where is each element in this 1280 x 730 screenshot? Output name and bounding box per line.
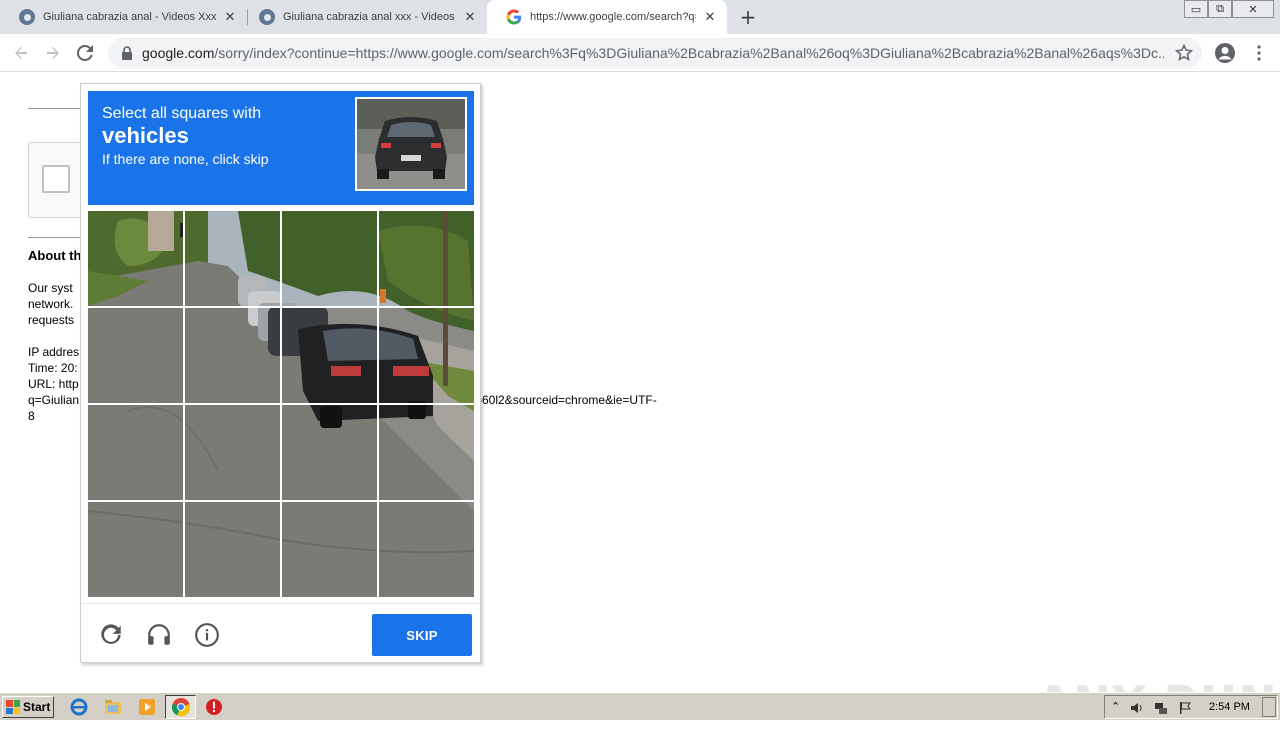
- url-tail: )60l2&sourceid=chrome&ie=UTF-: [478, 393, 657, 407]
- about-heading: About th: [28, 248, 82, 263]
- grid-tile-r2c2[interactable]: [183, 306, 282, 405]
- chrome-taskbar-button[interactable]: [165, 695, 196, 719]
- show-hidden-icons-icon[interactable]: ⌃: [1111, 700, 1120, 713]
- site-favicon-icon: [259, 9, 275, 25]
- grid-tile-r1c4[interactable]: [377, 211, 474, 308]
- challenge-image-grid: [88, 211, 474, 597]
- sample-image: [355, 97, 467, 191]
- restore-button[interactable]: ⧉: [1208, 0, 1232, 18]
- reload-icon: [77, 45, 93, 61]
- recaptcha-challenge: Select all squares with vehicles If ther…: [80, 83, 481, 663]
- grid-tile-r2c4[interactable]: [377, 306, 474, 405]
- site-favicon-icon: [19, 9, 35, 25]
- grid-tile-r3c1[interactable]: [88, 403, 185, 502]
- headphones-icon[interactable]: [146, 622, 172, 648]
- close-tab-icon[interactable]: ✕: [702, 9, 718, 25]
- arrow-right-icon: [47, 47, 59, 59]
- grid-tile-r3c3[interactable]: [280, 403, 379, 502]
- tab-1[interactable]: Giuliana cabrazia anal - Videos Xxx Por …: [0, 0, 247, 34]
- challenge-header: Select all squares with vehicles If ther…: [88, 91, 474, 205]
- recaptcha-checkbox[interactable]: [42, 165, 70, 193]
- url-line: URL: http: [28, 377, 79, 391]
- url-line-end: 8: [28, 409, 35, 423]
- system-tray: ⌃ 2:54 PM: [1104, 695, 1278, 719]
- recaptcha-anchor: [28, 142, 88, 218]
- file-explorer-icon[interactable]: [103, 697, 123, 717]
- close-window-button[interactable]: ✕: [1232, 0, 1274, 18]
- more-vert-icon: [1257, 45, 1261, 61]
- tab-title: Giuliana cabrazia anal - Videos Xxx Por: [43, 11, 216, 23]
- url-domain: google.com: [142, 45, 215, 61]
- alert-app-icon[interactable]: [204, 697, 224, 717]
- media-player-icon[interactable]: [137, 697, 157, 717]
- forward-button[interactable]: [40, 40, 66, 66]
- challenge-footer: SKIP: [81, 603, 480, 663]
- grid-tile-r2c1[interactable]: [88, 306, 185, 405]
- para-line: requests: [28, 313, 75, 327]
- grid-tile-r4c2[interactable]: [183, 500, 282, 597]
- browser-toolbar: google.com/sorry/index?continue=https://…: [0, 34, 1280, 72]
- grid-tile-r1c2[interactable]: [183, 211, 282, 308]
- instruction-subtext: If there are none, click skip: [102, 151, 269, 167]
- info-icon[interactable]: [194, 622, 220, 648]
- reload-button[interactable]: [72, 40, 98, 66]
- windows-taskbar: Start ⌃ 2:54 PM: [0, 692, 1280, 720]
- grid-tile-r3c4[interactable]: [377, 403, 474, 502]
- grid-tile-r3c2[interactable]: [183, 403, 282, 502]
- internet-explorer-icon[interactable]: [69, 697, 89, 717]
- account-icon: [1215, 43, 1235, 63]
- grid-tile-r1c1[interactable]: [88, 211, 185, 308]
- network-icon[interactable]: [1153, 700, 1169, 716]
- menu-button[interactable]: [1246, 40, 1272, 66]
- divider: [28, 108, 88, 109]
- grid-tile-r4c4[interactable]: [377, 500, 474, 597]
- grid-tile-r4c3[interactable]: [280, 500, 379, 597]
- clock: 2:54 PM: [1209, 701, 1250, 713]
- close-tab-icon[interactable]: ✕: [222, 9, 238, 25]
- divider: [28, 237, 88, 238]
- sample-car-image: [357, 99, 465, 189]
- tab-3-active[interactable]: https://www.google.com/search?q= ✕: [487, 0, 727, 34]
- url-path: /sorry/index?continue=https://www.google…: [214, 45, 1164, 61]
- target-object: vehicles: [102, 123, 189, 148]
- action-center-flag-icon[interactable]: [1177, 700, 1193, 716]
- minimize-button[interactable]: ▭: [1184, 0, 1208, 18]
- ip-address-line: IP addres: [28, 345, 80, 359]
- volume-icon[interactable]: [1129, 700, 1145, 716]
- grid-tile-r4c1[interactable]: [88, 500, 185, 597]
- para-line: Our syst: [28, 281, 73, 295]
- para-line: network.: [28, 297, 74, 311]
- tab-title: https://www.google.com/search?q=: [530, 11, 696, 23]
- start-label: Start: [23, 700, 51, 714]
- start-button[interactable]: Start: [2, 696, 54, 718]
- bookmark-star-icon[interactable]: [1174, 43, 1194, 63]
- tab-2[interactable]: Giuliana cabrazia anal xxx - Videos XXX …: [240, 0, 487, 34]
- profile-button[interactable]: [1212, 40, 1238, 66]
- chrome-icon: [171, 698, 191, 717]
- show-desktop-button[interactable]: [1262, 697, 1276, 717]
- skip-button[interactable]: SKIP: [372, 614, 472, 656]
- grid-tile-r1c3[interactable]: [280, 211, 379, 308]
- instruction-text: Select all squares with: [102, 105, 262, 122]
- lock-icon: [122, 46, 132, 60]
- query-line: q=Giulian: [28, 393, 80, 407]
- reload-icon[interactable]: [98, 622, 124, 648]
- windows-logo-icon: [6, 700, 20, 714]
- time-line: Time: 20:: [28, 361, 78, 375]
- arrow-left-icon: [15, 47, 27, 59]
- tab-title: Giuliana cabrazia anal xxx - Videos XXX: [283, 11, 456, 23]
- address-bar[interactable]: google.com/sorry/index?continue=https://…: [108, 38, 1202, 68]
- close-tab-icon[interactable]: ✕: [462, 9, 478, 25]
- google-g-icon: [506, 9, 522, 25]
- new-tab-button[interactable]: +: [736, 5, 760, 29]
- url-text: google.com/sorry/index?continue=https://…: [142, 45, 1164, 61]
- grid-tile-r2c3[interactable]: [280, 306, 379, 405]
- tab-strip: Giuliana cabrazia anal - Videos Xxx Por …: [0, 0, 1280, 34]
- back-button[interactable]: [8, 40, 34, 66]
